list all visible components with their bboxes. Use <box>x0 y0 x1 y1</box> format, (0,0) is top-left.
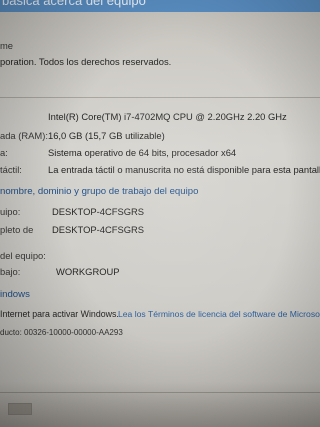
copyright-text: poration. Todos los derechos reservados. <box>0 56 172 67</box>
pen-touch-label: táctil: <box>0 164 22 175</box>
edition-label: me <box>0 40 14 51</box>
workgroup-label: bajo: <box>0 266 21 277</box>
bottom-shadow <box>0 382 320 427</box>
full-name-value: DESKTOP-4CFSGRS <box>52 224 145 235</box>
processor-value: Intel(R) Core(TM) i7-4702MQ CPU @ 2.20GH… <box>48 111 287 122</box>
system-type-label: a: <box>0 147 8 158</box>
pen-touch-value: La entrada táctil o manuscrita no está d… <box>48 164 320 175</box>
ram-label: ada (RAM): <box>0 130 48 141</box>
computer-name-label: uipo: <box>0 206 21 217</box>
workgroup-value: WORKGROUP <box>56 266 120 277</box>
full-name-label: pleto de <box>0 224 34 235</box>
activation-status: Internet para activar Windows. <box>0 309 119 319</box>
description-label: del equipo: <box>0 250 46 261</box>
window-title: básica acerca del equipo <box>2 0 146 8</box>
product-id: ducto: 00326-10000-00000-AA293 <box>0 328 123 337</box>
ram-value: 16,0 GB (15,7 GB utilizable) <box>48 130 165 141</box>
activation-section-heading: indows <box>0 289 30 300</box>
divider <box>0 97 320 98</box>
license-terms-link[interactable]: Lea los Términos de licencia del softwar… <box>118 308 320 320</box>
window-title-bar: básica acerca del equipo <box>0 0 320 12</box>
computer-name-value: DESKTOP-4CFSGRS <box>52 206 145 217</box>
computer-name-section-heading: nombre, dominio y grupo de trabajo del e… <box>0 186 199 197</box>
system-type-value: Sistema operativo de 64 bits, procesador… <box>48 147 237 158</box>
